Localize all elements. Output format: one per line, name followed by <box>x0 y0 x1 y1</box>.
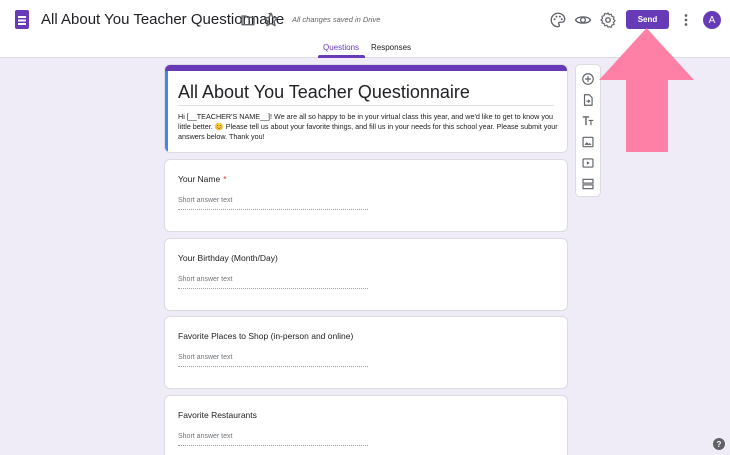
account-avatar[interactable]: A <box>703 11 721 29</box>
gear-icon[interactable] <box>599 11 617 29</box>
form-description[interactable]: Hi [__TEACHER'S NAME__]! We are all so h… <box>178 112 558 142</box>
add-image-icon[interactable] <box>581 135 595 149</box>
form-header-card[interactable]: All About You Teacher Questionnaire Hi [… <box>164 64 568 153</box>
short-answer-placeholder: Short answer text <box>178 197 233 204</box>
add-video-icon[interactable] <box>581 156 595 170</box>
question-card[interactable]: Your Birthday (Month/Day) Short answer t… <box>164 238 568 311</box>
question-title: Favorite Restaurants <box>178 410 257 420</box>
forms-doc-icon[interactable] <box>15 10 29 29</box>
tab-responses[interactable]: Responses <box>371 43 411 52</box>
tab-questions[interactable]: Questions <box>323 43 359 52</box>
question-card[interactable]: Favorite Restaurants Short answer text <box>164 395 568 455</box>
selected-indicator <box>165 71 168 152</box>
question-title: Your Birthday (Month/Day) <box>178 253 278 263</box>
short-answer-placeholder: Short answer text <box>178 276 233 283</box>
send-button[interactable]: Send <box>626 10 669 29</box>
add-title-icon[interactable] <box>581 114 595 128</box>
active-tab-indicator <box>318 55 365 58</box>
accent-bar <box>165 65 567 71</box>
question-title: Favorite Places to Shop (in-person and o… <box>178 331 354 341</box>
answer-underline <box>178 445 368 446</box>
answer-underline <box>178 288 368 289</box>
add-question-icon[interactable] <box>581 72 595 86</box>
question-title-text: Your Name <box>178 174 221 184</box>
floating-toolbar <box>575 64 601 197</box>
answer-underline <box>178 366 368 367</box>
question-card[interactable]: Your Name * Short answer text <box>164 159 568 232</box>
more-vert-icon[interactable] <box>681 11 691 29</box>
add-section-icon[interactable] <box>581 177 595 191</box>
palette-icon[interactable] <box>549 11 567 29</box>
short-answer-placeholder: Short answer text <box>178 354 233 361</box>
import-questions-icon[interactable] <box>581 93 595 107</box>
question-card[interactable]: Favorite Places to Shop (in-person and o… <box>164 316 568 389</box>
eye-icon[interactable] <box>574 11 592 29</box>
question-title: Your Name * <box>178 174 227 184</box>
annotation-arrow-icon <box>599 28 694 152</box>
answer-underline <box>178 209 368 210</box>
required-asterisk: * <box>223 174 227 184</box>
star-icon[interactable] <box>262 11 280 29</box>
folder-icon[interactable] <box>239 12 257 28</box>
form-title[interactable]: All About You Teacher Questionnaire <box>178 82 470 103</box>
help-icon[interactable]: ? <box>713 438 725 450</box>
save-status: All changes saved in Drive <box>292 15 381 24</box>
title-divider <box>178 105 554 106</box>
short-answer-placeholder: Short answer text <box>178 433 233 440</box>
